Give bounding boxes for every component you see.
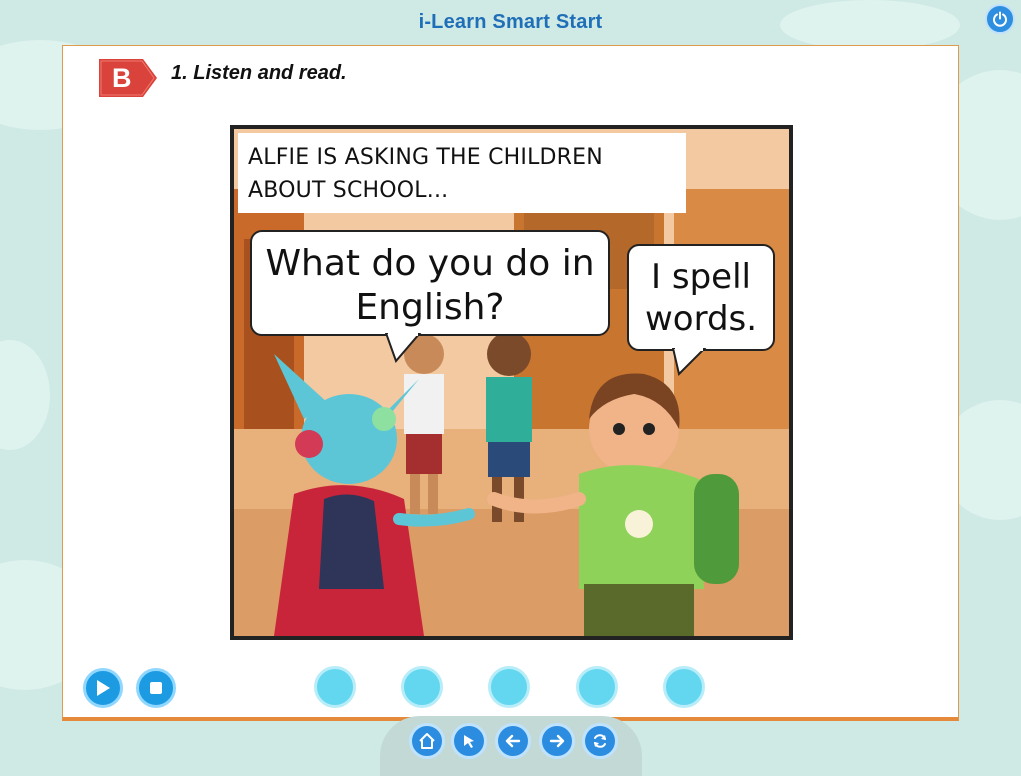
speech-bubble-alfie: What do you do in English?: [250, 230, 610, 336]
section-badge: B: [99, 57, 159, 99]
pointer-icon: [464, 735, 474, 748]
track-dot-3[interactable]: [488, 666, 530, 708]
forward-button[interactable]: [539, 723, 575, 759]
power-button[interactable]: [985, 4, 1015, 34]
play-button[interactable]: [83, 668, 123, 708]
play-icon: [97, 680, 110, 696]
home-icon: [419, 733, 435, 749]
back-arrow-icon: [505, 734, 521, 748]
speech-bubble-tail: [384, 333, 422, 363]
comic-caption: ALFIE IS ASKING THE CHILDREN ABOUT SCHOO…: [238, 133, 686, 213]
pointer-button[interactable]: [451, 723, 487, 759]
background-cloud: [0, 340, 50, 450]
forward-arrow-icon: [549, 734, 565, 748]
back-button[interactable]: [495, 723, 531, 759]
section-badge-letter: B: [112, 63, 132, 93]
track-dot-1[interactable]: [314, 666, 356, 708]
instruction-text: 1. Listen and read.: [171, 62, 347, 84]
refresh-icon: [594, 734, 606, 748]
stop-icon: [150, 682, 162, 694]
lesson-panel: B 1. Listen and read. ALFIE IS ASKING TH…: [62, 45, 959, 721]
stop-button[interactable]: [136, 668, 176, 708]
app-title: i-Learn Smart Start: [418, 11, 603, 33]
track-dot-2[interactable]: [401, 666, 443, 708]
speech-bubble-boy: I spell words.: [627, 244, 775, 351]
refresh-button[interactable]: [582, 723, 618, 759]
home-button[interactable]: [409, 723, 445, 759]
track-dot-4[interactable]: [576, 666, 618, 708]
power-icon: [993, 11, 1007, 27]
speech-bubble-tail: [671, 348, 707, 376]
comic-panel: ALFIE IS ASKING THE CHILDREN ABOUT SCHOO…: [230, 125, 793, 640]
track-dot-5[interactable]: [663, 666, 705, 708]
